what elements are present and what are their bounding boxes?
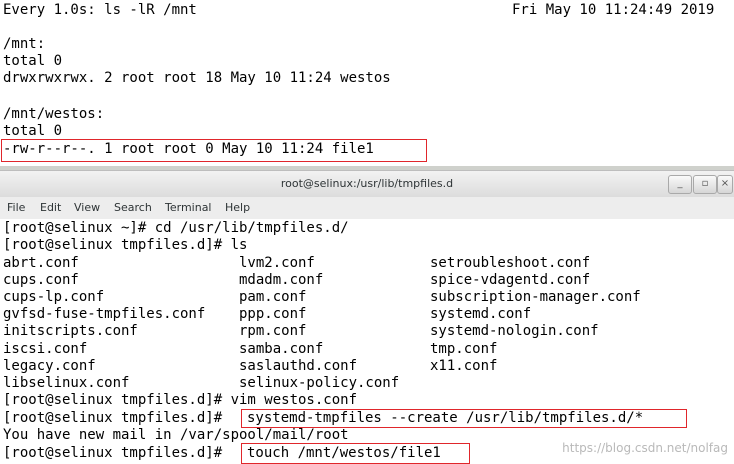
watch-command: Every 1.0s: ls -lR /mnt xyxy=(3,2,197,18)
ls-entry: tmp.conf xyxy=(430,341,498,357)
terminal-content[interactable]: [root@selinux ~]# cd /usr/lib/tmpfiles.d… xyxy=(0,219,734,464)
window-titlebar[interactable]: root@selinux:/usr/lib/tmpfiles.d _ ▫ × xyxy=(0,170,734,198)
ls-entry: systemd.conf xyxy=(430,306,532,322)
command-line: [root@selinux ~]# cd /usr/lib/tmpfiles.d… xyxy=(3,220,349,236)
command-line: [root@selinux tmpfiles.d]# vim westos.co… xyxy=(3,392,358,408)
output-line: drwxrwxrwx. 2 root root 18 May 10 11:24 … xyxy=(3,70,391,86)
output-line: /mnt: xyxy=(3,36,46,52)
watch-terminal: Every 1.0s: ls -lR /mnt Fri May 10 11:24… xyxy=(0,0,734,170)
menu-view[interactable]: View xyxy=(74,201,100,214)
ls-entry: samba.conf xyxy=(239,341,324,357)
close-button[interactable]: × xyxy=(717,175,733,194)
command-highlight-box xyxy=(241,409,687,428)
window-title: root@selinux:/usr/lib/tmpfiles.d xyxy=(280,177,454,190)
watch-timestamp: Fri May 10 11:24:49 2019 xyxy=(512,2,715,18)
ls-entry: legacy.conf xyxy=(3,358,96,374)
ls-entry: x11.conf xyxy=(430,358,498,374)
ls-entry: libselinux.conf xyxy=(3,375,130,391)
ls-entry: selinux-policy.conf xyxy=(239,375,400,391)
prompt: [root@selinux tmpfiles.d]# xyxy=(3,410,231,426)
menu-search[interactable]: Search xyxy=(114,201,152,214)
maximize-button[interactable]: ▫ xyxy=(693,175,717,194)
ls-entry: subscription-manager.conf xyxy=(430,289,641,305)
ls-entry: saslauthd.conf xyxy=(239,358,358,374)
ls-entry: lvm2.conf xyxy=(239,255,315,271)
watermark: https://blog.csdn.net/nolfag xyxy=(562,441,728,455)
prompt: [root@selinux tmpfiles.d]# xyxy=(3,445,231,461)
minimize-button[interactable]: _ xyxy=(668,175,692,194)
output-line: total 0 xyxy=(3,53,63,69)
mail-notice: You have new mail in /var/spool/mail/roo… xyxy=(3,427,349,443)
ls-entry: abrt.conf xyxy=(3,255,79,271)
ls-entry: gvfsd-fuse-tmpfiles.conf xyxy=(3,306,206,322)
menu-bar: File Edit View Search Terminal Help xyxy=(0,197,734,220)
ls-entry: setroubleshoot.conf xyxy=(430,255,591,271)
ls-entry: cups.conf xyxy=(3,272,79,288)
menu-terminal[interactable]: Terminal xyxy=(165,201,212,214)
output-line: total 0 xyxy=(3,123,63,139)
menu-file[interactable]: File xyxy=(7,201,25,214)
ls-entry: pam.conf xyxy=(239,289,307,305)
ls-entry: iscsi.conf xyxy=(3,341,88,357)
file1-highlight-box xyxy=(1,139,427,162)
ls-entry: mdadm.conf xyxy=(239,272,324,288)
output-line: /mnt/westos: xyxy=(3,106,105,122)
ls-entry: rpm.conf xyxy=(239,323,307,339)
menu-edit[interactable]: Edit xyxy=(40,201,61,214)
ls-entry: cups-lp.conf xyxy=(3,289,105,305)
touch-highlight-box xyxy=(241,443,470,464)
command-line: [root@selinux tmpfiles.d]# ls xyxy=(3,237,248,253)
ls-entry: spice-vdagentd.conf xyxy=(430,272,591,288)
ls-entry: systemd-nologin.conf xyxy=(430,323,599,339)
menu-help[interactable]: Help xyxy=(225,201,250,214)
ls-entry: ppp.conf xyxy=(239,306,307,322)
ls-entry: initscripts.conf xyxy=(3,323,138,339)
